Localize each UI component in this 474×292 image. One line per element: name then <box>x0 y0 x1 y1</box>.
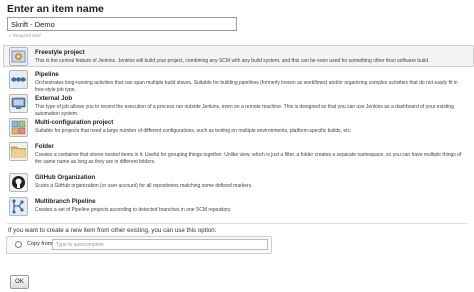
item-name-input[interactable] <box>7 17 237 31</box>
freestyle-project-icon <box>9 47 28 66</box>
item-type-title: Pipeline <box>35 71 59 78</box>
item-type-title: Freestyle project <box>35 49 85 56</box>
pipeline-icon <box>9 70 28 89</box>
item-type-freestyle-project[interactable]: Freestyle project This is the central fe… <box>3 45 474 67</box>
page-heading: Enter an item name <box>7 3 104 15</box>
item-type-title: GitHub Organization <box>35 174 96 181</box>
item-type-pipeline[interactable]: Pipeline Orchestrates long-running activ… <box>3 67 474 93</box>
item-type-list: Freestyle project This is the central fe… <box>3 45 474 218</box>
multi-configuration-icon <box>9 118 28 137</box>
folder-icon <box>9 142 28 161</box>
copy-from-input[interactable] <box>52 239 268 250</box>
item-type-description: Scans a GitHub organization (or user acc… <box>35 183 253 189</box>
github-organization-icon <box>9 173 28 192</box>
item-type-description: Suitable for projects that need a large … <box>35 128 352 134</box>
item-type-multibranch-pipeline[interactable]: Multibranch Pipeline Creates a set of Pi… <box>3 194 474 218</box>
item-type-github-organization[interactable]: GitHub Organization Scans a GitHub organ… <box>3 170 474 194</box>
copy-from-label: Copy from <box>27 241 53 247</box>
copy-from-radio[interactable] <box>15 241 22 248</box>
ok-button[interactable]: OK <box>10 275 29 289</box>
copy-from-hint: If you want to create a new item from ot… <box>8 227 217 234</box>
external-job-icon <box>9 94 28 113</box>
multibranch-pipeline-icon <box>9 197 28 216</box>
item-type-title: Multi-configuration project <box>35 119 114 126</box>
item-type-title: Multibranch Pipeline <box>35 198 96 205</box>
item-type-description: This is the central feature of Jenkins. … <box>35 58 430 64</box>
item-type-title: Folder <box>35 143 54 150</box>
item-type-description: Creates a set of Pipeline projects accor… <box>35 207 232 213</box>
required-field-note: » Required field <box>9 33 41 38</box>
section-divider <box>7 223 467 224</box>
item-type-description: Creates a container that stores nested i… <box>35 152 462 165</box>
item-type-title: External Job <box>35 95 73 102</box>
item-type-multi-configuration-project[interactable]: Multi-configuration project Suitable for… <box>3 115 474 139</box>
item-type-folder[interactable]: Folder Creates a container that stores n… <box>3 139 474 170</box>
item-type-external-job[interactable]: External Job This type of job allows you… <box>3 91 474 117</box>
